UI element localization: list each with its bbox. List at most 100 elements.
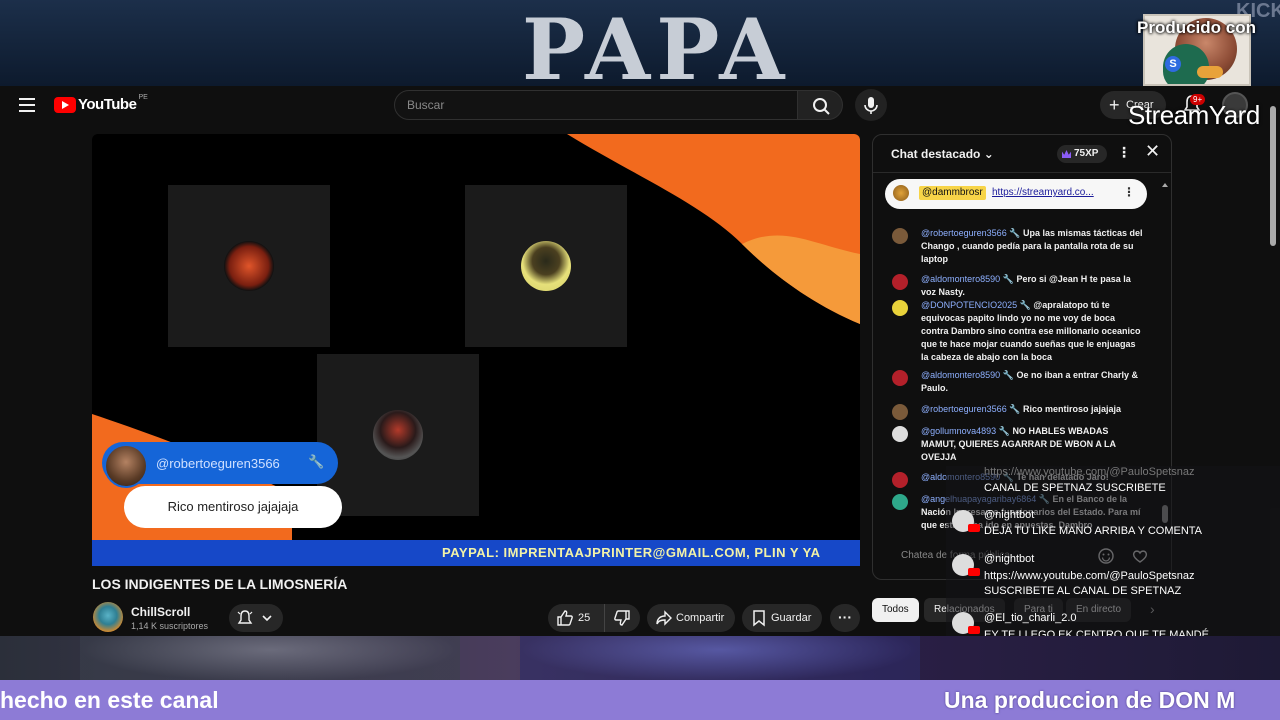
participant-avatar — [224, 241, 274, 291]
share-button[interactable]: Compartir — [647, 604, 735, 632]
subscription-bell-button[interactable] — [229, 604, 283, 632]
pinned-message[interactable]: @dammbrosr https://streamyard.co... ⋮ — [885, 179, 1147, 209]
stream-bottom-strip: hecho en este canal Una produccion de DO… — [0, 636, 1280, 720]
producer-text: Producido con — [1137, 18, 1256, 37]
bottom-camera-blur — [80, 636, 460, 682]
video-title: LOS INDIGENTES DE LA LIMOSNERÍA — [92, 576, 348, 592]
bottom-camera-blur — [520, 636, 920, 682]
more-actions-button[interactable]: ··· — [830, 604, 860, 632]
wrench-icon: 🔧 — [1019, 300, 1031, 310]
chat-avatar[interactable] — [892, 274, 908, 290]
bookmark-icon — [753, 610, 765, 627]
overlay-chat-author: @nightbot — [984, 553, 1035, 565]
chat-text: Rico mentiroso jajajaja — [1022, 404, 1121, 414]
channel-name[interactable]: ChillScroll — [131, 605, 190, 619]
save-label: Guardar — [771, 612, 812, 624]
pinned-options-icon[interactable]: ⋮ — [1123, 185, 1135, 199]
chat-options-icon[interactable]: ⋮ — [1117, 144, 1131, 161]
banner-title: PAPA — [522, 0, 791, 87]
youtube-badge-icon — [968, 568, 980, 576]
microphone-icon — [864, 97, 878, 114]
youtube-badge-icon — [968, 524, 980, 532]
paypal-ticker: PAYPAL: IMPRENTAAJPRINTER@GMAIL.COM, PLI… — [92, 540, 860, 566]
like-button[interactable]: 25 — [548, 604, 602, 632]
share-icon — [656, 610, 672, 626]
wrench-icon: 🔧 — [1002, 274, 1014, 284]
chat-author[interactable]: @robertoeguren3566 — [921, 404, 1007, 414]
overlay-chat-author: @El_tio_charli_2.0 — [984, 612, 1077, 624]
highlighted-comment-avatar — [104, 444, 148, 488]
participant-tile[interactable] — [168, 185, 330, 347]
chat-message-body: @gollumnova4893 🔧 NO HABLES WBADAS MAMUT… — [921, 425, 1143, 464]
pinned-link[interactable]: https://streamyard.co... — [992, 187, 1096, 198]
search-button[interactable] — [797, 90, 843, 120]
chip-all[interactable]: Todos — [872, 598, 919, 622]
chat-author[interactable]: @robertoeguren3566 — [921, 228, 1007, 238]
xp-badge[interactable]: 75XP — [1057, 145, 1107, 163]
page-scroll-thumb[interactable] — [1270, 106, 1276, 246]
chat-avatar[interactable] — [892, 370, 908, 386]
overlay-chat-text: CANAL DE SPETNAZ SUSCRIBETE — [984, 482, 1166, 494]
highlighted-comment-user: @robertoeguren3566 — [156, 456, 280, 471]
overlay-chat-author: @nightbot — [984, 509, 1035, 521]
youtube-logo-text: YouTube — [78, 96, 137, 113]
participant-tile[interactable] — [317, 354, 479, 516]
pinned-user: @dammbrosr — [919, 186, 986, 200]
thumbs-down-icon — [614, 610, 630, 626]
like-count: 25 — [578, 612, 591, 624]
chat-header: Chat destacado ⌄ 75XP ⋮ ✕ — [873, 135, 1171, 173]
streamyard-logo: StreamYard — [1128, 100, 1260, 131]
chat-avatar[interactable] — [892, 404, 908, 420]
participant-tile[interactable] — [465, 185, 627, 347]
wrench-icon: 🔧 — [1002, 370, 1014, 380]
bottom-ticker: hecho en este canal Una produccion de DO… — [0, 680, 1280, 720]
channel-avatar[interactable] — [93, 602, 123, 632]
overlay-chat-text: DEJA TU LIKE MANO ARRIBA Y COMENTA — [984, 525, 1203, 537]
wrench-icon: 🔧 — [1009, 404, 1021, 414]
bell-icon — [237, 610, 272, 624]
chat-message-body: @robertoeguren3566 🔧 Upa las mismas táct… — [921, 227, 1143, 266]
participant-avatar — [373, 410, 423, 460]
highlighted-comment-text: Rico mentiroso jajajaja — [167, 499, 299, 514]
chat-message-body: @aldomontero8590 🔧 Pero si @Jean H te pa… — [921, 273, 1143, 299]
wrench-icon: 🔧 — [998, 426, 1010, 436]
chat-mode-selector[interactable]: Chat destacado ⌄ — [891, 147, 994, 161]
dislike-button[interactable] — [604, 604, 640, 632]
search-input[interactable] — [407, 91, 787, 119]
chat-author[interactable]: @gollumnova4893 — [921, 426, 996, 436]
stream-top-banner: PAPA KICK — [0, 0, 1280, 86]
chat-author[interactable]: @DONPOTENCIO2025 — [921, 300, 1017, 310]
country-code: PE — [138, 94, 148, 101]
duck-beak — [1197, 66, 1223, 78]
chat-author[interactable]: @aldomontero8590 — [921, 274, 1000, 284]
paypal-ticker-text: PAYPAL: IMPRENTAAJPRINTER@GMAIL.COM, PLI… — [442, 545, 821, 560]
chat-avatar[interactable] — [892, 494, 908, 510]
search-box — [394, 90, 798, 120]
chat-author[interactable]: @aldomontero8590 — [921, 370, 1000, 380]
chat-avatar[interactable] — [892, 300, 908, 316]
chat-avatar[interactable] — [892, 228, 908, 244]
chat-avatar[interactable] — [892, 426, 908, 442]
youtube-logo[interactable]: YouTube PE — [54, 94, 148, 113]
more-horizontal-icon: ··· — [838, 609, 852, 625]
overlay-faded-link: https://www.youtube.com/@PauloSpetsnaz — [984, 466, 1195, 478]
chat-avatar[interactable] — [892, 472, 908, 488]
voice-search-button[interactable] — [855, 89, 887, 121]
youtube-badge-icon — [968, 626, 980, 634]
scroll-up-icon[interactable] — [1162, 182, 1168, 188]
chevron-down-icon: ⌄ — [983, 147, 994, 161]
youtube-play-icon — [54, 96, 76, 113]
streamyard-logo-text: StreamYard — [1128, 100, 1260, 130]
crown-icon — [1062, 150, 1071, 158]
save-button[interactable]: Guardar — [742, 604, 822, 632]
subscriber-count: 1,14 K suscriptores — [131, 621, 209, 631]
video-player[interactable]: @robertoeguren3566 🔧 Rico mentiroso jaja… — [92, 134, 860, 566]
chat-message-body: @DONPOTENCIO2025 🔧 @apralatopo tú te equ… — [921, 299, 1143, 364]
youtube-header: YouTube PE + Crear 9+ — [0, 86, 1280, 126]
chat-message-body: @robertoeguren3566 🔧 Rico mentiroso jaja… — [921, 403, 1143, 416]
menu-icon[interactable] — [19, 98, 35, 112]
share-label: Compartir — [676, 612, 725, 624]
close-icon[interactable]: ✕ — [1145, 141, 1160, 162]
xp-value: 75XP — [1074, 148, 1099, 159]
chat-mode-label: Chat destacado — [891, 147, 981, 161]
